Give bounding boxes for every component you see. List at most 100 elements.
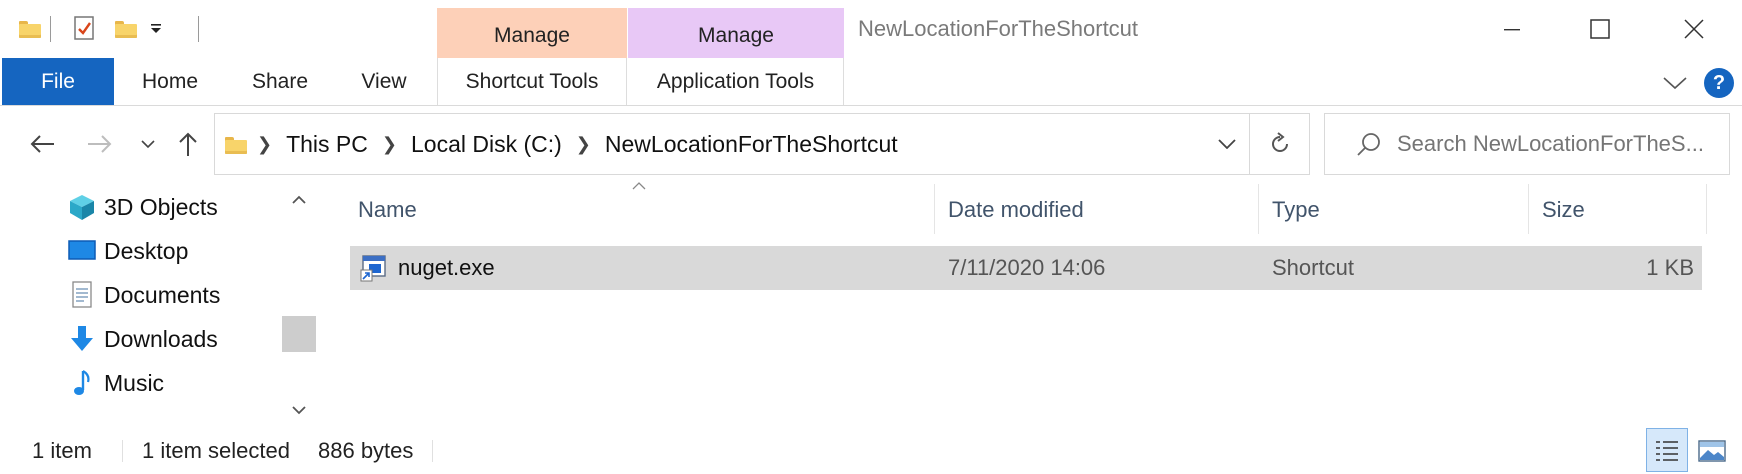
status-size: 886 bytes — [318, 438, 414, 463]
new-folder-icon[interactable] — [110, 12, 138, 44]
nav-item-documents[interactable]: Documents — [68, 274, 220, 316]
help-button[interactable]: ? — [1704, 68, 1734, 98]
window-title: NewLocationForTheShortcut — [858, 16, 1139, 41]
shortcut-icon — [360, 254, 388, 282]
breadcrumb-separator: ❯ — [257, 133, 273, 154]
chevron-down-icon — [1663, 77, 1687, 90]
large-icons-view-icon — [1698, 440, 1726, 462]
nav-item-3d-objects[interactable]: 3D Objects — [68, 186, 218, 228]
chevron-up-icon — [292, 195, 306, 204]
tab-shortcut-tools[interactable]: Shortcut Tools — [437, 58, 627, 105]
properties-icon[interactable] — [70, 12, 98, 44]
minimize-button[interactable] — [1466, 0, 1558, 58]
nav-item-label: Downloads — [104, 325, 218, 352]
status-item-count: 1 item — [32, 438, 92, 463]
nav-item-music[interactable]: Music — [68, 362, 164, 404]
minimize-icon — [1504, 29, 1520, 31]
tab-share[interactable]: Share — [240, 58, 320, 105]
status-bar: 1 item 1 item selected 886 bytes — [0, 428, 1742, 474]
tab-file[interactable]: File — [2, 58, 114, 105]
refresh-icon — [1272, 132, 1288, 152]
tab-home[interactable]: Home — [130, 58, 210, 105]
tab-view[interactable]: View — [346, 58, 422, 105]
sort-ascending-icon — [632, 178, 646, 190]
close-button[interactable] — [1648, 0, 1740, 58]
navigation-row: ❯ This PC ❯ Local Disk (C:) ❯ NewLocatio… — [0, 106, 1742, 182]
breadcrumb-separator: ❯ — [381, 133, 397, 154]
column-separator[interactable] — [1258, 184, 1259, 234]
search-box[interactable] — [1324, 113, 1730, 175]
breadcrumb-this-pc[interactable]: This PC — [286, 131, 368, 158]
forward-button[interactable] — [80, 106, 120, 182]
chevron-down-icon — [141, 140, 155, 149]
ctx-group-shortcut: Manage — [437, 8, 627, 58]
scroll-up-button[interactable] — [282, 182, 316, 218]
3d-objects-icon — [68, 193, 96, 221]
breadcrumb-current-folder[interactable]: NewLocationForTheShortcut — [605, 131, 898, 158]
file-row[interactable]: nuget.exe 7/11/2020 14:06 Shortcut 1 KB — [350, 246, 1702, 290]
column-header-size[interactable]: Size — [1542, 190, 1585, 230]
desktop-icon — [68, 237, 96, 265]
arrow-left-icon — [30, 135, 54, 153]
ribbon: File Home Share View Shortcut Tools Appl… — [0, 58, 1742, 106]
back-button[interactable] — [22, 106, 62, 182]
up-button[interactable] — [170, 106, 206, 182]
nav-item-label: 3D Objects — [104, 193, 218, 220]
breadcrumb-separator: ❯ — [575, 133, 591, 154]
maximize-button[interactable] — [1554, 0, 1646, 58]
maximize-icon — [1590, 19, 1610, 39]
chevron-down-icon — [292, 406, 306, 415]
expand-ribbon-button[interactable] — [1658, 66, 1692, 100]
refresh-button[interactable] — [1251, 114, 1309, 174]
column-header-type[interactable]: Type — [1272, 190, 1320, 230]
details-view-button[interactable] — [1646, 428, 1688, 472]
nav-item-downloads[interactable]: Downloads — [68, 318, 218, 360]
recent-locations-button[interactable] — [134, 106, 162, 182]
file-size: 1 KB — [1646, 255, 1694, 280]
customize-toolbar-icon[interactable] — [144, 14, 168, 42]
tab-application-tools[interactable]: Application Tools — [628, 58, 844, 105]
arrow-right-icon — [88, 135, 112, 153]
breadcrumb-local-disk[interactable]: Local Disk (C:) — [411, 131, 562, 158]
documents-icon — [68, 281, 96, 309]
folder-icon — [225, 132, 247, 156]
status-divider — [122, 440, 123, 462]
nav-item-label: Documents — [104, 281, 221, 308]
ctx-group-application: Manage — [628, 8, 844, 58]
toolbar-separator — [198, 16, 199, 42]
file-type: Shortcut — [1272, 255, 1354, 280]
column-header-name[interactable]: Name — [358, 190, 417, 230]
ctx-group-application-label: Manage — [628, 8, 844, 58]
nav-item-label: Music — [104, 369, 165, 396]
ctx-group-shortcut-label: Manage — [437, 8, 627, 58]
address-history-button[interactable] — [1207, 114, 1247, 174]
file-name: nuget.exe — [398, 255, 495, 280]
column-separator[interactable] — [1528, 184, 1529, 234]
file-date-modified: 7/11/2020 14:06 — [948, 255, 1106, 280]
search-input[interactable] — [1397, 131, 1717, 157]
status-selection: 1 item selected — [142, 438, 290, 463]
close-icon — [1684, 19, 1704, 39]
column-separator[interactable] — [1706, 184, 1707, 234]
status-divider — [432, 440, 433, 462]
nav-item-desktop[interactable]: Desktop — [68, 230, 188, 272]
search-icon — [1351, 126, 1387, 162]
column-separator[interactable] — [934, 184, 935, 234]
toolbar-separator — [50, 16, 51, 42]
help-icon: ? — [1712, 72, 1726, 94]
downloads-icon — [68, 325, 96, 353]
folder-icon — [14, 14, 41, 42]
column-header-date-modified[interactable]: Date modified — [948, 190, 1084, 230]
scroll-thumb[interactable] — [282, 316, 316, 352]
address-bar[interactable]: ❯ This PC ❯ Local Disk (C:) ❯ NewLocatio… — [214, 113, 1310, 175]
navpane-scrollbar[interactable] — [282, 182, 316, 428]
details-view-icon — [1656, 441, 1678, 461]
arrow-up-icon — [179, 132, 197, 156]
navigation-pane: 3D Objects Desktop Documents Downloads M… — [0, 182, 318, 428]
address-divider — [1249, 114, 1250, 174]
scroll-down-button[interactable] — [282, 392, 316, 428]
title-bar: Manage Manage NewLocationForTheShortcut — [0, 0, 1742, 58]
chevron-down-icon — [1218, 139, 1236, 149]
nav-item-label: Desktop — [104, 237, 189, 264]
large-icons-view-button[interactable] — [1694, 434, 1730, 468]
